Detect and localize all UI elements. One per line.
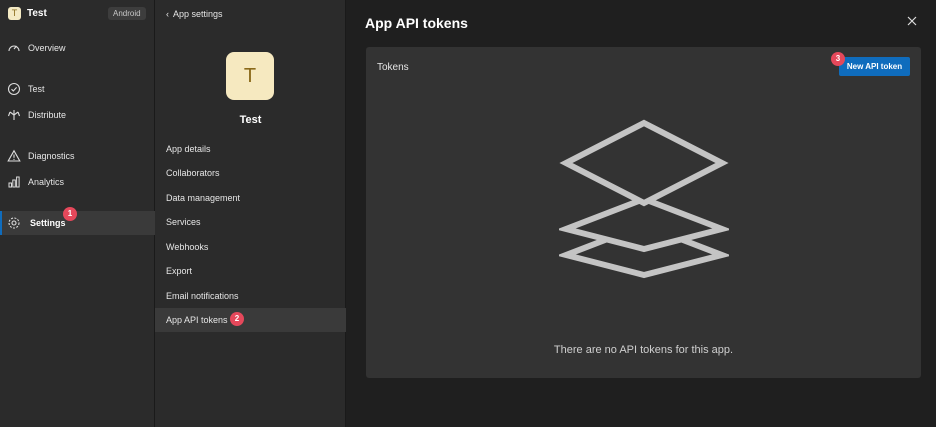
check-circle-icon xyxy=(7,82,21,96)
gauge-icon xyxy=(8,45,20,52)
main-content: App API tokens Tokens New API token 3 Th… xyxy=(347,0,936,427)
nav-item-analytics[interactable]: Analytics xyxy=(0,170,155,194)
left-nav: T Test Android Overview Test Distribute … xyxy=(0,0,155,427)
platform-badge: Android xyxy=(108,7,146,20)
nav-item-distribute[interactable]: Distribute xyxy=(0,103,155,127)
warning-icon xyxy=(7,149,21,162)
step-badge-2: 2 xyxy=(230,312,244,326)
nav-item-overview[interactable]: Overview xyxy=(0,36,155,60)
settings-item-services[interactable]: Services xyxy=(155,210,346,234)
settings-item-export[interactable]: Export xyxy=(155,259,346,283)
layers-illustration xyxy=(559,119,729,279)
nav-label: Settings xyxy=(30,218,66,228)
nav-item-diagnostics[interactable]: Diagnostics xyxy=(0,144,155,168)
gear-icon xyxy=(8,217,20,229)
settings-item-app-api-tokens[interactable]: App API tokens xyxy=(155,308,346,332)
chevron-left-icon: ‹ xyxy=(166,9,169,19)
settings-item-label: Services xyxy=(166,217,201,227)
nav-item-test[interactable]: Test xyxy=(0,77,155,101)
nav-label: Diagnostics xyxy=(28,151,75,161)
settings-item-label: Export xyxy=(166,266,193,276)
settings-item-email-notifications[interactable]: Email notifications xyxy=(155,284,346,308)
nav-label: Analytics xyxy=(28,177,65,187)
settings-item-collaborators[interactable]: Collaborators xyxy=(155,161,346,185)
tokens-panel: Tokens New API token 3 There are no API … xyxy=(366,47,921,378)
nav-item-settings[interactable]: Settings xyxy=(0,211,155,235)
nav-label: Distribute xyxy=(28,110,67,120)
settings-item-label: Data management xyxy=(166,193,241,203)
settings-item-label: Webhooks xyxy=(166,242,209,252)
nav-label: Test xyxy=(28,84,45,94)
app-title: Test xyxy=(239,114,262,126)
settings-item-label: App API tokens xyxy=(166,315,228,325)
app-avatar-large: T xyxy=(226,52,274,100)
step-badge-1: 1 xyxy=(63,207,77,221)
settings-column: ‹ App settings T Test App details Collabo… xyxy=(155,0,346,427)
bar-chart-icon xyxy=(8,176,20,188)
back-link[interactable]: ‹ App settings xyxy=(166,9,223,19)
app-name: Test xyxy=(27,8,47,19)
settings-item-app-details[interactable]: App details xyxy=(155,137,346,161)
new-api-token-button[interactable]: New API token xyxy=(839,57,910,76)
settings-item-webhooks[interactable]: Webhooks xyxy=(155,235,346,259)
app-header[interactable]: T Test Android xyxy=(0,0,155,28)
settings-item-label: Collaborators xyxy=(166,168,220,178)
panel-title: Tokens xyxy=(377,62,409,73)
step-badge-3: 3 xyxy=(831,52,845,66)
settings-item-data-management[interactable]: Data management xyxy=(155,186,346,210)
empty-state-message: There are no API tokens for this app. xyxy=(553,344,734,356)
distribute-icon xyxy=(7,110,21,120)
settings-item-label: App details xyxy=(166,144,211,154)
page-title: App API tokens xyxy=(365,15,468,31)
nav-label: Overview xyxy=(28,43,66,53)
app-avatar: T xyxy=(8,7,21,20)
close-icon[interactable] xyxy=(905,14,919,28)
back-label: App settings xyxy=(173,9,223,19)
settings-item-label: Email notifications xyxy=(166,291,239,301)
